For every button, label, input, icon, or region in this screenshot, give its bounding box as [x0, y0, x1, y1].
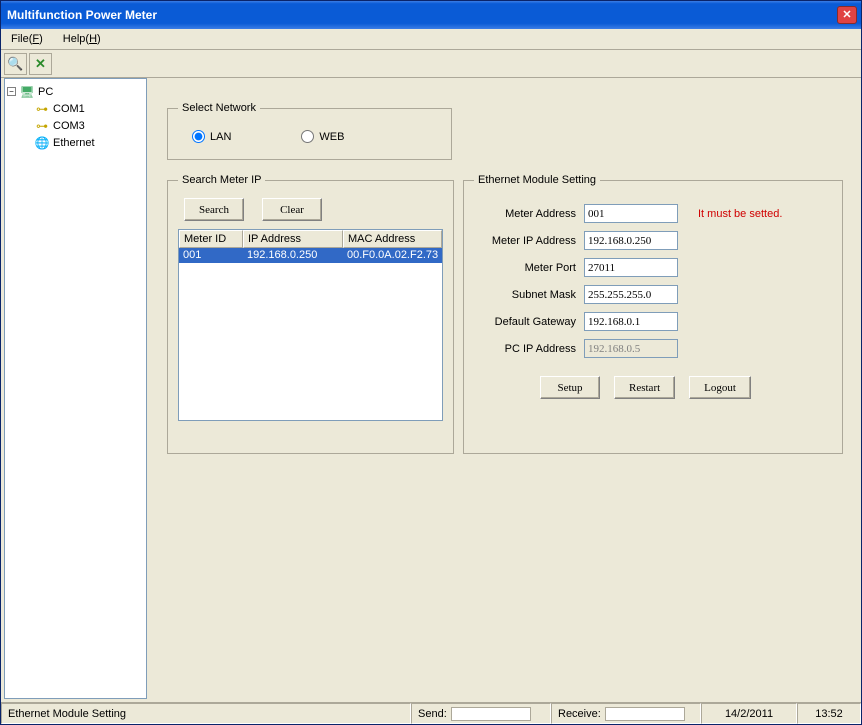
input-gateway[interactable] [584, 312, 678, 331]
close-icon: ✕ [842, 10, 851, 21]
label-meter-port: Meter Port [474, 262, 584, 274]
toolbar-search-button[interactable]: 🔍 [4, 53, 27, 75]
status-context: Ethernet Module Setting [1, 703, 411, 724]
status-send: Send: [411, 703, 551, 724]
tree-node-com1[interactable]: ⊶ COM1 [7, 100, 144, 117]
list-header: Meter ID IP Address MAC Address [179, 230, 442, 248]
col-ip[interactable]: IP Address [243, 230, 343, 248]
tree-label-pc: PC [38, 86, 53, 98]
legend-ethernet-setting: Ethernet Module Setting [474, 174, 600, 186]
search-button[interactable]: Search [184, 198, 244, 221]
close-button[interactable]: ✕ [837, 6, 857, 24]
window-title: Multifunction Power Meter [7, 8, 837, 22]
radio-lan[interactable]: LAN [192, 130, 231, 143]
tools-icon: ✕ [35, 56, 46, 72]
status-time: 13:52 [797, 703, 861, 724]
legend-search-meter: Search Meter IP [178, 174, 265, 186]
toolbar: 🔍 ✕ [1, 50, 861, 78]
input-subnet[interactable] [584, 285, 678, 304]
port-icon: ⊶ [34, 119, 50, 133]
clear-button[interactable]: Clear [262, 198, 322, 221]
input-meter-ip[interactable] [584, 231, 678, 250]
col-meter-id[interactable]: Meter ID [179, 230, 243, 248]
radio-lan-input[interactable] [192, 130, 205, 143]
workspace: − 🖥 PC ⊶ COM1 ⊶ COM3 🌐 Ethernet Select N… [1, 78, 861, 702]
title-bar: Multifunction Power Meter ✕ [1, 1, 861, 29]
logout-button[interactable]: Logout [689, 376, 751, 399]
cell-id: 001 [179, 248, 243, 263]
menu-help[interactable]: Help(H) [57, 31, 107, 47]
tree-node-pc[interactable]: − 🖥 PC [7, 83, 144, 100]
cell-mac: 00.F0.0A.02.F2.73 [343, 248, 442, 263]
send-progress [451, 707, 531, 721]
status-bar: Ethernet Module Setting Send: Receive: 1… [1, 702, 861, 724]
group-ethernet-setting: Ethernet Module Setting Meter Address It… [463, 174, 843, 454]
ethernet-icon: 🌐 [34, 136, 50, 150]
radio-web[interactable]: WEB [301, 130, 344, 143]
status-receive-label: Receive: [558, 708, 601, 720]
label-gateway: Default Gateway [474, 316, 584, 328]
label-pc-ip: PC IP Address [474, 343, 584, 355]
col-mac[interactable]: MAC Address [343, 230, 442, 248]
radio-web-input[interactable] [301, 130, 314, 143]
receive-progress [605, 707, 685, 721]
pc-icon: 🖥 [19, 85, 35, 99]
tree-node-ethernet[interactable]: 🌐 Ethernet [7, 134, 144, 151]
port-icon: ⊶ [34, 102, 50, 116]
restart-button[interactable]: Restart [614, 376, 675, 399]
label-subnet: Subnet Mask [474, 289, 584, 301]
status-date: 14/2/2011 [701, 703, 797, 724]
tree-label-com1: COM1 [53, 103, 85, 115]
legend-select-network: Select Network [178, 102, 260, 114]
label-meter-ip: Meter IP Address [474, 235, 584, 247]
toolbar-tools-button[interactable]: ✕ [29, 53, 52, 75]
radio-web-label: WEB [319, 131, 344, 143]
main-panel: Select Network LAN WEB Search Meter IP S… [153, 78, 855, 699]
table-row[interactable]: 001 192.168.0.250 00.F0.0A.02.F2.73 [179, 248, 442, 263]
radio-lan-label: LAN [210, 131, 231, 143]
tree-node-com3[interactable]: ⊶ COM3 [7, 117, 144, 134]
menu-bar: File(F) Help(H) [1, 29, 861, 50]
setup-button[interactable]: Setup [540, 376, 600, 399]
tree-collapse-icon[interactable]: − [7, 87, 16, 96]
label-meter-address: Meter Address [474, 208, 584, 220]
warning-text: It must be setted. [698, 208, 782, 220]
binoculars-icon: 🔍 [7, 56, 23, 72]
input-pc-ip [584, 339, 678, 358]
group-search-meter: Search Meter IP Search Clear Meter ID IP… [167, 174, 454, 454]
status-receive: Receive: [551, 703, 701, 724]
tree-panel: − 🖥 PC ⊶ COM1 ⊶ COM3 🌐 Ethernet [4, 78, 147, 699]
status-send-label: Send: [418, 708, 447, 720]
input-meter-port[interactable] [584, 258, 678, 277]
menu-file[interactable]: File(F) [5, 31, 49, 47]
group-select-network: Select Network LAN WEB [167, 102, 452, 160]
input-meter-address[interactable] [584, 204, 678, 223]
meter-list[interactable]: Meter ID IP Address MAC Address 001 192.… [178, 229, 443, 421]
cell-ip: 192.168.0.250 [243, 248, 343, 263]
tree-label-ethernet: Ethernet [53, 137, 95, 149]
tree-label-com3: COM3 [53, 120, 85, 132]
